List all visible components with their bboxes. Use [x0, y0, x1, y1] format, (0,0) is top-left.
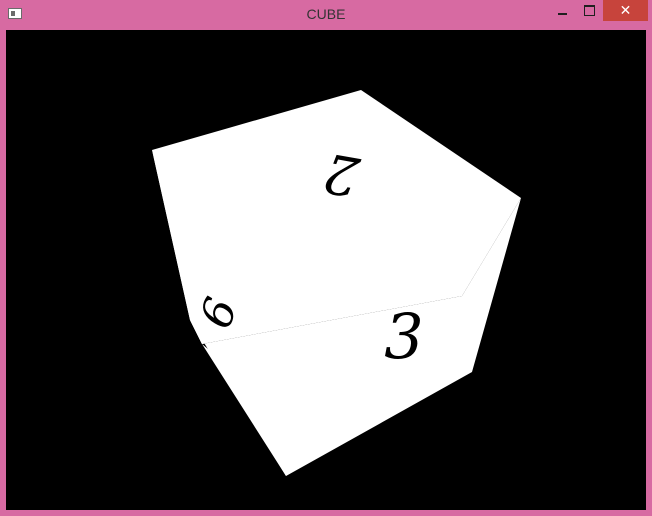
maximize-icon	[584, 5, 595, 16]
title-bar[interactable]: CUBE ✕	[0, 0, 652, 30]
front-face-number: 3	[384, 300, 423, 373]
close-button[interactable]: ✕	[603, 0, 648, 21]
cube-scene: 2 3 6	[152, 90, 521, 476]
maximize-button[interactable]	[576, 0, 603, 21]
close-icon: ✕	[619, 2, 632, 18]
minimize-button[interactable]	[549, 0, 576, 21]
render-viewport[interactable]: 2 3 6	[6, 30, 646, 510]
minimize-icon	[558, 12, 567, 15]
